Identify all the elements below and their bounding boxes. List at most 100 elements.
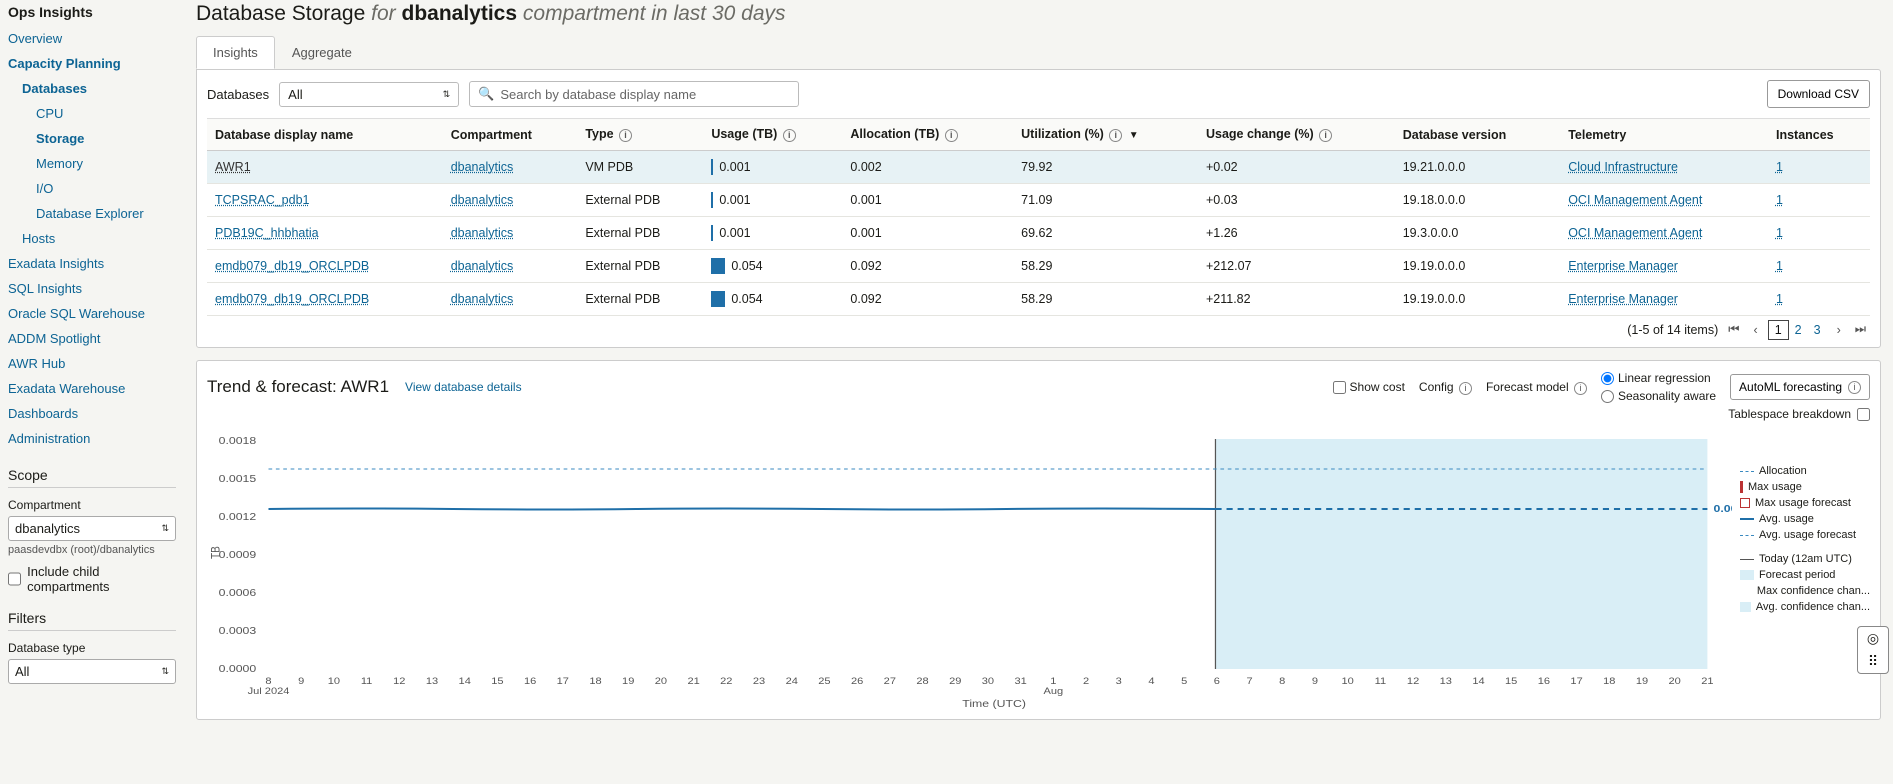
view-database-link[interactable]: View database details bbox=[405, 380, 522, 394]
compartment-link[interactable]: dbanalytics bbox=[451, 160, 514, 174]
databases-select[interactable]: All ⇅ bbox=[279, 82, 459, 107]
nav-item[interactable]: Database Explorer bbox=[36, 206, 144, 221]
forecast-band bbox=[1215, 439, 1707, 669]
instances-link[interactable]: 1 bbox=[1776, 259, 1783, 273]
pager-next-icon[interactable]: › bbox=[1833, 323, 1845, 337]
instances-link[interactable]: 1 bbox=[1776, 193, 1783, 207]
col-type[interactable]: Type i bbox=[577, 119, 703, 151]
tablespace-checkbox[interactable] bbox=[1857, 408, 1870, 421]
main: Database Storage for dbanalytics compart… bbox=[184, 0, 1893, 740]
telemetry-link[interactable]: OCI Management Agent bbox=[1568, 193, 1702, 207]
config-link[interactable]: Config i bbox=[1419, 380, 1472, 395]
nav-item[interactable]: Storage bbox=[36, 131, 84, 146]
compartment-select[interactable]: dbanalytics ⇅ bbox=[8, 516, 176, 541]
compartment-link[interactable]: dbanalytics bbox=[451, 226, 514, 240]
chart-wrap: 0.0018 0.0015 0.0012 0.0009 0.0006 0.000… bbox=[207, 429, 1870, 709]
col-version[interactable]: Database version bbox=[1395, 119, 1560, 151]
nav-item[interactable]: Administration bbox=[8, 431, 90, 446]
instances-link[interactable]: 1 bbox=[1776, 292, 1783, 306]
db-name-link[interactable]: emdb079_db19_ORCLPDB bbox=[215, 259, 369, 273]
nav-item[interactable]: Hosts bbox=[22, 231, 55, 246]
info-icon[interactable]: i bbox=[1109, 129, 1122, 142]
instances-link[interactable]: 1 bbox=[1776, 160, 1783, 174]
info-icon[interactable]: i bbox=[945, 129, 958, 142]
nav-item[interactable]: CPU bbox=[36, 106, 63, 121]
info-icon[interactable]: i bbox=[1319, 129, 1332, 142]
db-name-link[interactable]: TCPSRAC_pdb1 bbox=[215, 193, 310, 207]
nav-item[interactable]: Databases bbox=[22, 81, 87, 96]
col-usage[interactable]: Usage (TB) i bbox=[703, 119, 842, 151]
table-row[interactable]: emdb079_db19_ORCLPDBdbanalyticsExternal … bbox=[207, 250, 1870, 283]
include-child-checkbox[interactable]: Include child compartments bbox=[8, 564, 176, 594]
cell-type: External PDB bbox=[577, 283, 703, 316]
telemetry-link[interactable]: Enterprise Manager bbox=[1568, 292, 1678, 306]
pager-page[interactable]: 2 bbox=[1789, 321, 1808, 339]
pager-prev-icon[interactable]: ‹ bbox=[1750, 323, 1762, 337]
nav-item[interactable]: Oracle SQL Warehouse bbox=[8, 306, 145, 321]
info-icon[interactable]: i bbox=[619, 129, 632, 142]
nav-item[interactable]: Capacity Planning bbox=[8, 56, 121, 71]
col-compartment[interactable]: Compartment bbox=[443, 119, 578, 151]
nav-item[interactable]: Overview bbox=[8, 31, 62, 46]
compartment-link[interactable]: dbanalytics bbox=[451, 292, 514, 306]
search-input[interactable]: 🔍 Search by database display name bbox=[469, 81, 799, 107]
col-allocation[interactable]: Allocation (TB) i bbox=[842, 119, 1013, 151]
info-icon[interactable]: i bbox=[1574, 382, 1587, 395]
cell-version: 19.21.0.0.0 bbox=[1395, 151, 1560, 184]
radio-seasonality[interactable]: Seasonality aware bbox=[1601, 389, 1716, 403]
svg-text:25: 25 bbox=[818, 677, 831, 687]
help-float-button[interactable]: ◎ ⠿ bbox=[1857, 626, 1889, 674]
nav-item[interactable]: Dashboards bbox=[8, 406, 78, 421]
pager-page[interactable]: 1 bbox=[1768, 320, 1789, 340]
forecast-value-tag: 0.001 bbox=[1714, 504, 1732, 515]
table-row[interactable]: AWR1dbanalyticsVM PDB0.0010.00279.92+0.0… bbox=[207, 151, 1870, 184]
info-icon[interactable]: i bbox=[783, 129, 796, 142]
pager-page[interactable]: 3 bbox=[1808, 321, 1827, 339]
db-name-link[interactable]: PDB19C_hhbhatia bbox=[215, 226, 319, 240]
cell-allocation: 0.092 bbox=[842, 283, 1013, 316]
info-icon[interactable]: i bbox=[1459, 382, 1472, 395]
col-telemetry[interactable]: Telemetry bbox=[1560, 119, 1768, 151]
col-utilization[interactable]: Utilization (%) i ▼ bbox=[1013, 119, 1198, 151]
svg-text:24: 24 bbox=[786, 677, 799, 687]
show-cost-checkbox[interactable]: Show cost bbox=[1333, 380, 1405, 394]
instances-link[interactable]: 1 bbox=[1776, 226, 1783, 240]
db-name-link[interactable]: emdb079_db19_ORCLPDB bbox=[215, 292, 369, 306]
dbtype-select[interactable]: All ⇅ bbox=[8, 659, 176, 684]
table-row[interactable]: emdb079_db19_ORCLPDB dbanalytics External … bbox=[207, 283, 1870, 316]
radio-linear[interactable]: Linear regression bbox=[1601, 371, 1716, 385]
lifebuoy-icon: ◎ bbox=[1867, 630, 1879, 647]
db-name-link[interactable]: AWR1 bbox=[215, 160, 251, 174]
cell-usage-change: +0.02 bbox=[1198, 151, 1395, 184]
col-name[interactable]: Database display name bbox=[207, 119, 443, 151]
automl-button[interactable]: AutoML forecasting i bbox=[1730, 374, 1870, 400]
compartment-link[interactable]: dbanalytics bbox=[451, 259, 514, 273]
legend-swatch bbox=[1740, 471, 1754, 472]
table-row[interactable]: TCPSRAC_pdb1dbanalyticsExternal PDB0.001… bbox=[207, 184, 1870, 217]
col-instances[interactable]: Instances bbox=[1768, 119, 1870, 151]
telemetry-link[interactable]: OCI Management Agent bbox=[1568, 226, 1702, 240]
nav-item[interactable]: Exadata Insights bbox=[8, 256, 104, 271]
tab-aggregate[interactable]: Aggregate bbox=[275, 36, 369, 69]
pager-last-icon[interactable]: ⏭ bbox=[1851, 322, 1870, 337]
sort-desc-icon[interactable]: ▼ bbox=[1129, 130, 1139, 141]
telemetry-link[interactable]: Enterprise Manager bbox=[1568, 259, 1678, 273]
nav-item[interactable]: Memory bbox=[36, 156, 83, 171]
compartment-link[interactable]: dbanalytics bbox=[451, 193, 514, 207]
table-row[interactable]: PDB19C_hhbhatiadbanalyticsExternal PDB0.… bbox=[207, 217, 1870, 250]
trend-controls: Show cost Config i Forecast model i Line… bbox=[1333, 371, 1870, 403]
nav-item[interactable]: ADDM Spotlight bbox=[8, 331, 100, 346]
include-child-input[interactable] bbox=[8, 572, 21, 586]
nav-item[interactable]: Exadata Warehouse bbox=[8, 381, 125, 396]
nav-item[interactable]: AWR Hub bbox=[8, 356, 65, 371]
cell-type: VM PDB bbox=[577, 151, 703, 184]
nav-item[interactable]: I/O bbox=[36, 181, 53, 196]
download-csv-button[interactable]: Download CSV bbox=[1767, 80, 1870, 108]
title-prefix: Database Storage bbox=[196, 2, 365, 25]
nav-item[interactable]: SQL Insights bbox=[8, 281, 82, 296]
telemetry-link[interactable]: Cloud Infrastructure bbox=[1568, 160, 1678, 174]
col-usage-change[interactable]: Usage change (%) i bbox=[1198, 119, 1395, 151]
svg-text:12: 12 bbox=[393, 677, 406, 687]
tab-insights[interactable]: Insights bbox=[196, 36, 275, 69]
pager-first-icon[interactable]: ⏮ bbox=[1724, 322, 1743, 337]
